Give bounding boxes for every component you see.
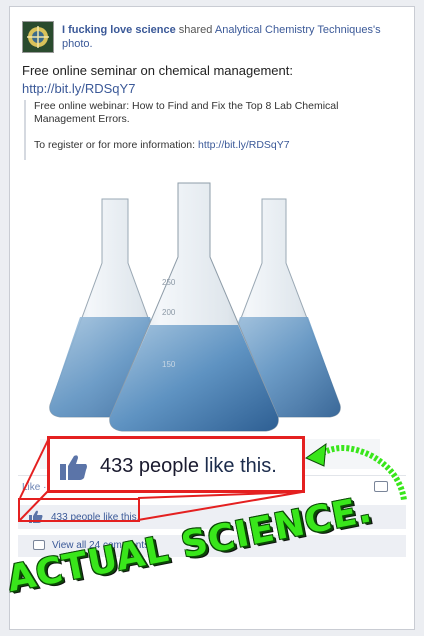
post-header: I fucking love science shared Analytical… (62, 23, 392, 51)
status-text: Free online seminar on chemical manageme… (22, 63, 293, 78)
flask-mark-200: 200 (162, 308, 176, 317)
photo-link[interactable]: photo. (62, 38, 93, 50)
page-avatar-icon[interactable] (22, 21, 54, 53)
post-status: Free online seminar on chemical manageme… (22, 62, 402, 98)
comment-bubble-icon (33, 540, 45, 550)
share-verb: shared (178, 24, 213, 36)
quote-line-2: To register or for more information: htt… (34, 139, 394, 152)
source-link[interactable]: Analytical Chemistry Techniques's (215, 24, 381, 36)
thumbs-up-icon (60, 455, 87, 480)
quote-line-1: Free online webinar: How to Find and Fix… (34, 100, 339, 125)
likes-callout: 433 people like this. (47, 436, 305, 493)
quote-register-text: To register or for more information: (34, 139, 196, 151)
author-link[interactable]: I fucking love science (62, 24, 176, 36)
highlight-box (18, 498, 140, 522)
flask-mark-250: 250 (162, 278, 176, 287)
quote-link[interactable]: http://bit.ly/RDSqY7 (198, 139, 290, 151)
callout-count: 433 people (100, 455, 199, 477)
shared-quote: Free online webinar: How to Find and Fix… (24, 100, 394, 160)
callout-rest: like this. (204, 455, 277, 477)
like-action[interactable]: Like · (22, 482, 46, 493)
post-photo[interactable]: 250 200 150 (10, 167, 414, 473)
flask-mark-150: 150 (162, 360, 176, 369)
status-link[interactable]: http://bit.ly/RDSqY7 (22, 80, 402, 98)
